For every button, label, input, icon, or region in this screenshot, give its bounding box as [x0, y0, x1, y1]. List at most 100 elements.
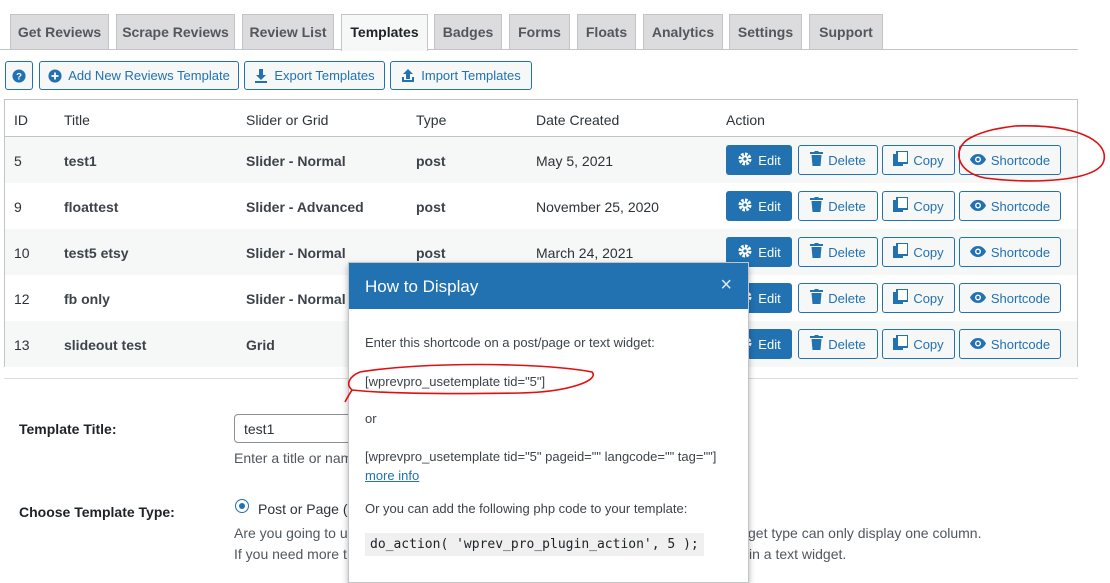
row-title: test1	[64, 153, 97, 169]
more-info-link[interactable]: more info	[365, 468, 419, 483]
delete-button[interactable]: Delete	[798, 237, 878, 267]
close-icon[interactable]: ×	[720, 275, 732, 295]
copy-button[interactable]: Copy	[882, 283, 955, 313]
eye-icon	[969, 291, 986, 306]
copy-icon	[893, 334, 910, 353]
svg-text:?: ?	[16, 71, 22, 82]
edit-label: Edit	[758, 290, 781, 306]
copy-label: Copy	[913, 336, 944, 352]
copy-button[interactable]: Copy	[882, 145, 955, 175]
tab-badges[interactable]: Badges	[434, 14, 502, 49]
nav-tabs: Get Reviews Scrape Reviews Review List T…	[0, 14, 1078, 51]
edit-label: Edit	[758, 336, 781, 352]
modal-header: How to Display ×	[349, 263, 748, 309]
header-date: Date Created	[536, 112, 620, 128]
copy-icon	[893, 288, 910, 307]
edit-button[interactable]: Edit	[726, 191, 792, 221]
post-page-option-label: Post or Page (S	[258, 501, 357, 517]
tab-templates[interactable]: Templates	[341, 14, 428, 51]
copy-button[interactable]: Copy	[882, 191, 955, 221]
delete-button[interactable]: Delete	[798, 191, 878, 221]
modal-title: How to Display	[365, 277, 479, 296]
eye-icon	[969, 153, 986, 168]
trash-icon	[810, 243, 824, 261]
tab-analytics[interactable]: Analytics	[643, 14, 723, 49]
table-header: ID Title Slider or Grid Type Date Create…	[5, 100, 1077, 137]
delete-button[interactable]: Delete	[798, 283, 878, 313]
edit-label: Edit	[758, 198, 781, 214]
gear-icon	[737, 151, 753, 170]
shortcode-button[interactable]: Shortcode	[959, 145, 1061, 175]
copy-button[interactable]: Copy	[882, 329, 955, 359]
export-templates-button[interactable]: Export Templates	[244, 61, 385, 90]
row-date: May 5, 2021	[536, 153, 614, 169]
table-row: 9 floattest Slider - Advanced post Novem…	[5, 183, 1077, 229]
header-type: Type	[416, 112, 447, 128]
shortcode-label: Shortcode	[990, 290, 1051, 306]
trash-icon	[810, 289, 824, 307]
tab-settings[interactable]: Settings	[729, 14, 802, 49]
row-date: November 25, 2020	[536, 199, 659, 215]
eye-icon	[969, 337, 986, 352]
shortcode-label: Shortcode	[990, 152, 1051, 168]
row-date: March 24, 2021	[536, 245, 634, 261]
type-desc-1: Are you going to u	[234, 525, 348, 541]
copy-icon	[893, 196, 910, 215]
help-button[interactable]: ?	[5, 61, 33, 90]
export-templates-label: Export Templates	[274, 68, 375, 83]
copy-label: Copy	[913, 152, 944, 168]
type-desc-1-end: get type can only display one column.	[748, 525, 982, 541]
question-icon: ?	[12, 68, 26, 83]
shortcode-button[interactable]: Shortcode	[959, 329, 1061, 359]
delete-label: Delete	[828, 152, 866, 168]
upload-icon	[401, 68, 415, 83]
copy-label: Copy	[913, 198, 944, 214]
tab-forms[interactable]: Forms	[509, 14, 570, 49]
shortcode-label: Shortcode	[990, 198, 1051, 214]
tab-review-list[interactable]: Review List	[242, 14, 334, 49]
gear-icon	[737, 243, 753, 262]
edit-label: Edit	[758, 244, 781, 260]
shortcode-button[interactable]: Shortcode	[959, 283, 1061, 313]
row-layout: Slider - Advanced	[246, 199, 364, 215]
delete-label: Delete	[828, 290, 866, 306]
row-title: slideout test	[64, 337, 147, 353]
template-title-input[interactable]: test1	[234, 414, 364, 443]
trash-icon	[810, 197, 824, 215]
trash-icon	[810, 151, 824, 169]
tab-support[interactable]: Support	[809, 14, 883, 49]
template-title-label: Template Title:	[19, 421, 117, 437]
copy-label: Copy	[913, 290, 944, 306]
template-title-desc: Enter a title or nam	[234, 450, 353, 466]
shortcode-button[interactable]: Shortcode	[959, 191, 1061, 221]
row-layout: Slider - Normal	[246, 153, 346, 169]
copy-button[interactable]: Copy	[882, 237, 955, 267]
row-title: floattest	[64, 199, 119, 215]
modal-shortcode-full: [wprevpro_usetemplate tid="5" pageid="" …	[365, 449, 717, 464]
post-page-radio[interactable]	[235, 499, 249, 513]
shortcode-button[interactable]: Shortcode	[959, 237, 1061, 267]
row-id: 9	[14, 199, 22, 215]
delete-button[interactable]: Delete	[798, 145, 878, 175]
delete-button[interactable]: Delete	[798, 329, 878, 359]
edit-button[interactable]: Edit	[726, 145, 792, 175]
add-template-button[interactable]: Add New Reviews Template	[39, 61, 239, 90]
tab-get-reviews[interactable]: Get Reviews	[10, 14, 109, 49]
import-templates-button[interactable]: Import Templates	[390, 61, 532, 90]
tab-floats[interactable]: Floats	[577, 14, 636, 49]
row-type: post	[416, 199, 446, 215]
row-layout: Slider - Normal	[246, 291, 346, 307]
tab-scrape-reviews[interactable]: Scrape Reviews	[116, 14, 235, 49]
row-type: post	[416, 245, 446, 261]
php-code: do_action( 'wprev_pro_plugin_action', 5 …	[365, 533, 704, 556]
edit-label: Edit	[758, 152, 781, 168]
delete-label: Delete	[828, 198, 866, 214]
type-desc-2-end: in a text widget.	[749, 546, 847, 562]
eye-icon	[969, 199, 986, 214]
copy-icon	[893, 150, 910, 169]
row-type: post	[416, 153, 446, 169]
gear-icon	[737, 197, 753, 216]
header-layout: Slider or Grid	[246, 112, 329, 128]
modal-php-intro: Or you can add the following php code to…	[365, 501, 688, 516]
import-templates-label: Import Templates	[421, 68, 521, 83]
